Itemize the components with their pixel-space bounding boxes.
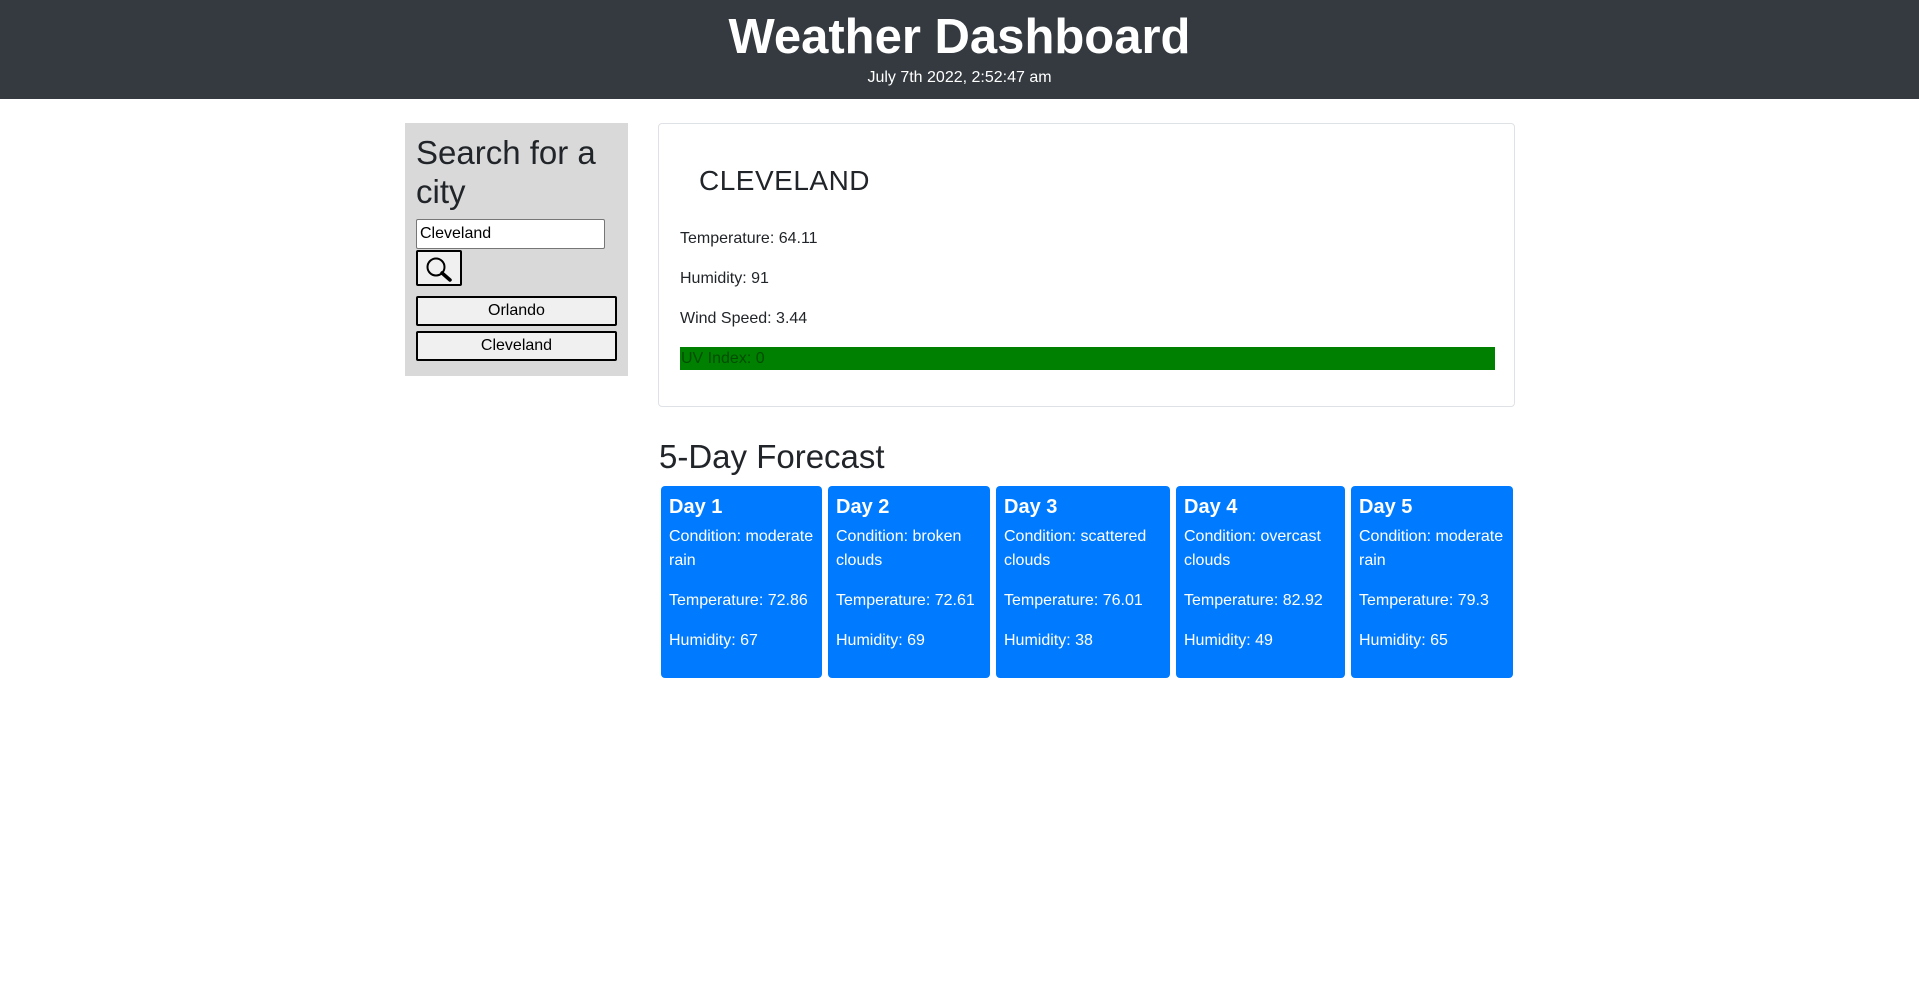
forecast-day-label: Day 2	[836, 496, 890, 518]
forecast-humidity: Humidity: 65	[1359, 632, 1448, 649]
forecast-day-label: Day 3	[1004, 496, 1058, 518]
history-button-cleveland[interactable]: Cleveland	[416, 331, 617, 361]
forecast-humidity: Humidity: 67	[669, 632, 758, 649]
forecast-condition: Condition: scattered clouds	[1004, 528, 1147, 569]
forecast-day-label: Day 4	[1184, 496, 1238, 518]
uv-index-badge: UV Index: 0	[680, 347, 1495, 370]
forecast-temperature: Temperature: 72.86	[669, 592, 808, 609]
forecast-humidity: Humidity: 49	[1184, 632, 1273, 649]
forecast-title: 5-Day Forecast	[659, 438, 885, 475]
search-panel: Search for a city Orlando Cleveland	[405, 123, 628, 376]
forecast-temperature: Temperature: 76.01	[1004, 592, 1143, 609]
forecast-temperature: Temperature: 82.92	[1184, 592, 1323, 609]
current-temperature: Temperature: 64.11	[680, 230, 818, 247]
forecast-day-label: Day 5	[1359, 496, 1413, 518]
forecast-day-label: Day 1	[669, 496, 723, 518]
forecast-card-day-3: Day 3 Condition: scattered clouds Temper…	[996, 486, 1170, 678]
forecast-condition: Condition: overcast clouds	[1184, 528, 1321, 569]
forecast-humidity: Humidity: 69	[836, 632, 925, 649]
forecast-condition: Condition: moderate rain	[1359, 528, 1504, 569]
current-city-name: CLEVELAND	[699, 165, 871, 196]
page-header: Weather Dashboard July 7th 2022, 2:52:47…	[0, 0, 1919, 99]
current-humidity: Humidity: 91	[680, 270, 769, 287]
search-button[interactable]	[416, 250, 462, 286]
forecast-condition: Condition: moderate rain	[669, 528, 814, 569]
search-input[interactable]	[416, 219, 605, 249]
search-history: Orlando Cleveland	[416, 296, 617, 361]
current-weather-card: CLEVELAND Temperature: 64.11 Humidity: 9…	[658, 123, 1515, 407]
search-icon	[426, 257, 452, 282]
history-button-orlando[interactable]: Orlando	[416, 296, 617, 326]
current-date: July 7th 2022, 2:52:47 am	[867, 69, 1052, 86]
forecast-card-day-1: Day 1 Condition: moderate rain Temperatu…	[661, 486, 822, 678]
forecast-temperature: Temperature: 79.3	[1359, 592, 1489, 609]
forecast-card-day-2: Day 2 Condition: broken clouds Temperatu…	[828, 486, 990, 678]
forecast-condition: Condition: broken clouds	[836, 528, 962, 569]
search-heading: Search for a city	[416, 134, 596, 210]
forecast-card-day-4: Day 4 Condition: overcast clouds Tempera…	[1176, 486, 1345, 678]
page-title: Weather Dashboard	[728, 10, 1191, 64]
current-wind-speed: Wind Speed: 3.44	[680, 310, 808, 327]
forecast-humidity: Humidity: 38	[1004, 632, 1093, 649]
forecast-temperature: Temperature: 72.61	[836, 592, 975, 609]
forecast-card-day-5: Day 5 Condition: moderate rain Temperatu…	[1351, 486, 1513, 678]
